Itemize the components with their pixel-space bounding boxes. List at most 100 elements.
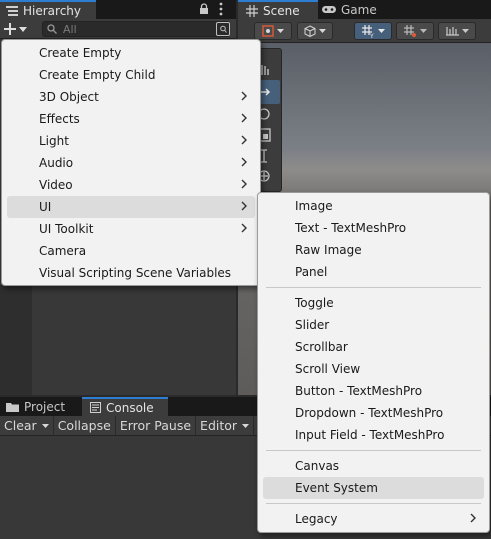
menu-item-raw-image[interactable]: Raw Image: [263, 239, 484, 261]
menu-item-video[interactable]: Video: [7, 174, 255, 196]
menu-item-create-empty[interactable]: Create Empty: [7, 42, 255, 64]
hierarchy-tab-label: Hierarchy: [23, 3, 82, 18]
chevron-right-icon: [241, 223, 247, 233]
list-icon: [6, 5, 18, 16]
clear-label: Clear: [4, 418, 37, 433]
lock-icon[interactable]: [199, 3, 209, 15]
caret-down-icon: [242, 423, 250, 428]
editor-label: Editor: [200, 418, 238, 433]
grid-snap-icon: Y: [361, 24, 375, 38]
menu-item-3d-object[interactable]: 3D Object: [7, 86, 255, 108]
tab-scene[interactable]: Scene: [238, 0, 318, 19]
menu-item-label: Scroll View: [295, 362, 361, 376]
tab-hierarchy[interactable]: Hierarchy: [0, 0, 96, 19]
project-tab-label: Project: [24, 399, 66, 414]
svg-text:Y: Y: [369, 33, 374, 38]
caret-down-icon: [461, 29, 469, 33]
tab-console[interactable]: Console: [82, 397, 168, 416]
menu-item-text-textmeshpro[interactable]: Text - TextMeshPro: [263, 217, 484, 239]
caret-down-icon: [277, 29, 284, 33]
editor-button[interactable]: Editor: [196, 415, 255, 436]
menu-item-label: Legacy: [295, 512, 338, 526]
menu-item-label: Image: [295, 199, 333, 213]
shading-button[interactable]: [297, 22, 333, 40]
menu-item-label: UI Toolkit: [39, 222, 94, 236]
tab-project[interactable]: Project: [0, 397, 80, 416]
menu-item-dropdown-textmeshpro[interactable]: Dropdown - TextMeshPro: [263, 402, 484, 424]
menu-item-label: 3D Object: [39, 90, 99, 104]
menu-item-label: Light: [39, 134, 69, 148]
search-placeholder: All: [63, 22, 77, 36]
clear-button[interactable]: Clear: [0, 415, 54, 436]
scene-search-icon[interactable]: [216, 22, 230, 36]
create-button[interactable]: [4, 21, 36, 37]
menu-item-label: Toggle: [295, 296, 334, 310]
menu-item-label: Button - TextMeshPro: [295, 384, 423, 398]
tab-game[interactable]: Game: [320, 0, 382, 19]
menu-item-event-system[interactable]: Event System: [263, 477, 484, 499]
plus-icon: [4, 23, 16, 35]
grid-snap-button[interactable]: Y: [354, 22, 392, 40]
caret-down-icon: [377, 29, 385, 33]
increment-snap-button[interactable]: [438, 22, 476, 40]
collapse-label: Collapse: [57, 418, 111, 433]
menu-item-label: Canvas: [295, 459, 340, 473]
scene-tab-label: Scene: [263, 3, 300, 18]
menu-item-scroll-view[interactable]: Scroll View: [263, 358, 484, 380]
grid-icon: [246, 4, 258, 17]
create-menu: Create Empty Create Empty Child 3D Objec…: [1, 39, 261, 286]
draw-mode-icon: [262, 25, 274, 37]
menu-item-camera[interactable]: Camera: [7, 240, 255, 262]
menu-item-input-field-textmeshpro[interactable]: Input Field - TextMeshPro: [263, 424, 484, 446]
chevron-right-icon: [241, 179, 247, 189]
search-icon: [47, 24, 57, 34]
chevron-right-icon: [470, 513, 476, 523]
more-options-icon[interactable]: [219, 2, 223, 16]
menu-item-label: Raw Image: [295, 243, 362, 257]
search-input[interactable]: All: [42, 21, 230, 37]
menu-item-slider[interactable]: Slider: [263, 314, 484, 336]
menu-item-ui-toolkit[interactable]: UI Toolkit: [7, 218, 255, 240]
menu-separator: [266, 450, 481, 451]
menu-item-label: Video: [39, 178, 73, 192]
menu-item-label: Create Empty: [39, 46, 122, 60]
menu-item-toggle[interactable]: Toggle: [263, 292, 484, 314]
chevron-right-icon: [241, 157, 247, 167]
chevron-right-icon: [241, 201, 247, 211]
collapse-button[interactable]: Collapse: [54, 415, 116, 436]
menu-item-scrollbar[interactable]: Scrollbar: [263, 336, 484, 358]
menu-item-visual-scripting-scene-variables[interactable]: Visual Scripting Scene Variables: [7, 262, 255, 284]
menu-item-label: Dropdown - TextMeshPro: [295, 406, 444, 420]
menu-item-legacy[interactable]: Legacy: [263, 508, 484, 530]
menu-item-label: Visual Scripting Scene Variables: [39, 266, 232, 280]
snap-increment-button[interactable]: [396, 22, 434, 40]
menu-item-label: Effects: [39, 112, 80, 126]
chevron-right-icon: [241, 91, 247, 101]
menu-item-label: Text - TextMeshPro: [295, 221, 407, 235]
caret-down-icon: [41, 423, 49, 428]
menu-separator: [266, 287, 481, 288]
chevron-right-icon: [241, 135, 247, 145]
menu-item-button-textmeshpro[interactable]: Button - TextMeshPro: [263, 380, 484, 402]
menu-item-create-empty-child[interactable]: Create Empty Child: [7, 64, 255, 86]
game-tab-label: Game: [341, 2, 377, 17]
chevron-right-icon: [241, 113, 247, 123]
cube-icon: [304, 25, 316, 37]
caret-down-icon: [19, 26, 27, 32]
draw-mode-button[interactable]: [254, 22, 292, 40]
menu-item-image[interactable]: Image: [263, 195, 484, 217]
menu-item-label: Slider: [295, 318, 330, 332]
menu-item-audio[interactable]: Audio: [7, 152, 255, 174]
menu-item-canvas[interactable]: Canvas: [263, 455, 484, 477]
menu-item-light[interactable]: Light: [7, 130, 255, 152]
ui-submenu: Image Text - TextMeshPro Raw Image Panel…: [257, 192, 490, 533]
snap-grid-icon: [403, 24, 417, 38]
console-icon: [90, 402, 101, 413]
error-pause-button[interactable]: Error Pause: [116, 415, 197, 436]
folder-icon: [6, 402, 19, 412]
menu-item-label: Scrollbar: [295, 340, 348, 354]
menu-item-ui[interactable]: UI: [7, 196, 255, 218]
caret-down-icon: [419, 29, 427, 33]
menu-item-effects[interactable]: Effects: [7, 108, 255, 130]
menu-item-panel[interactable]: Panel: [263, 261, 484, 283]
